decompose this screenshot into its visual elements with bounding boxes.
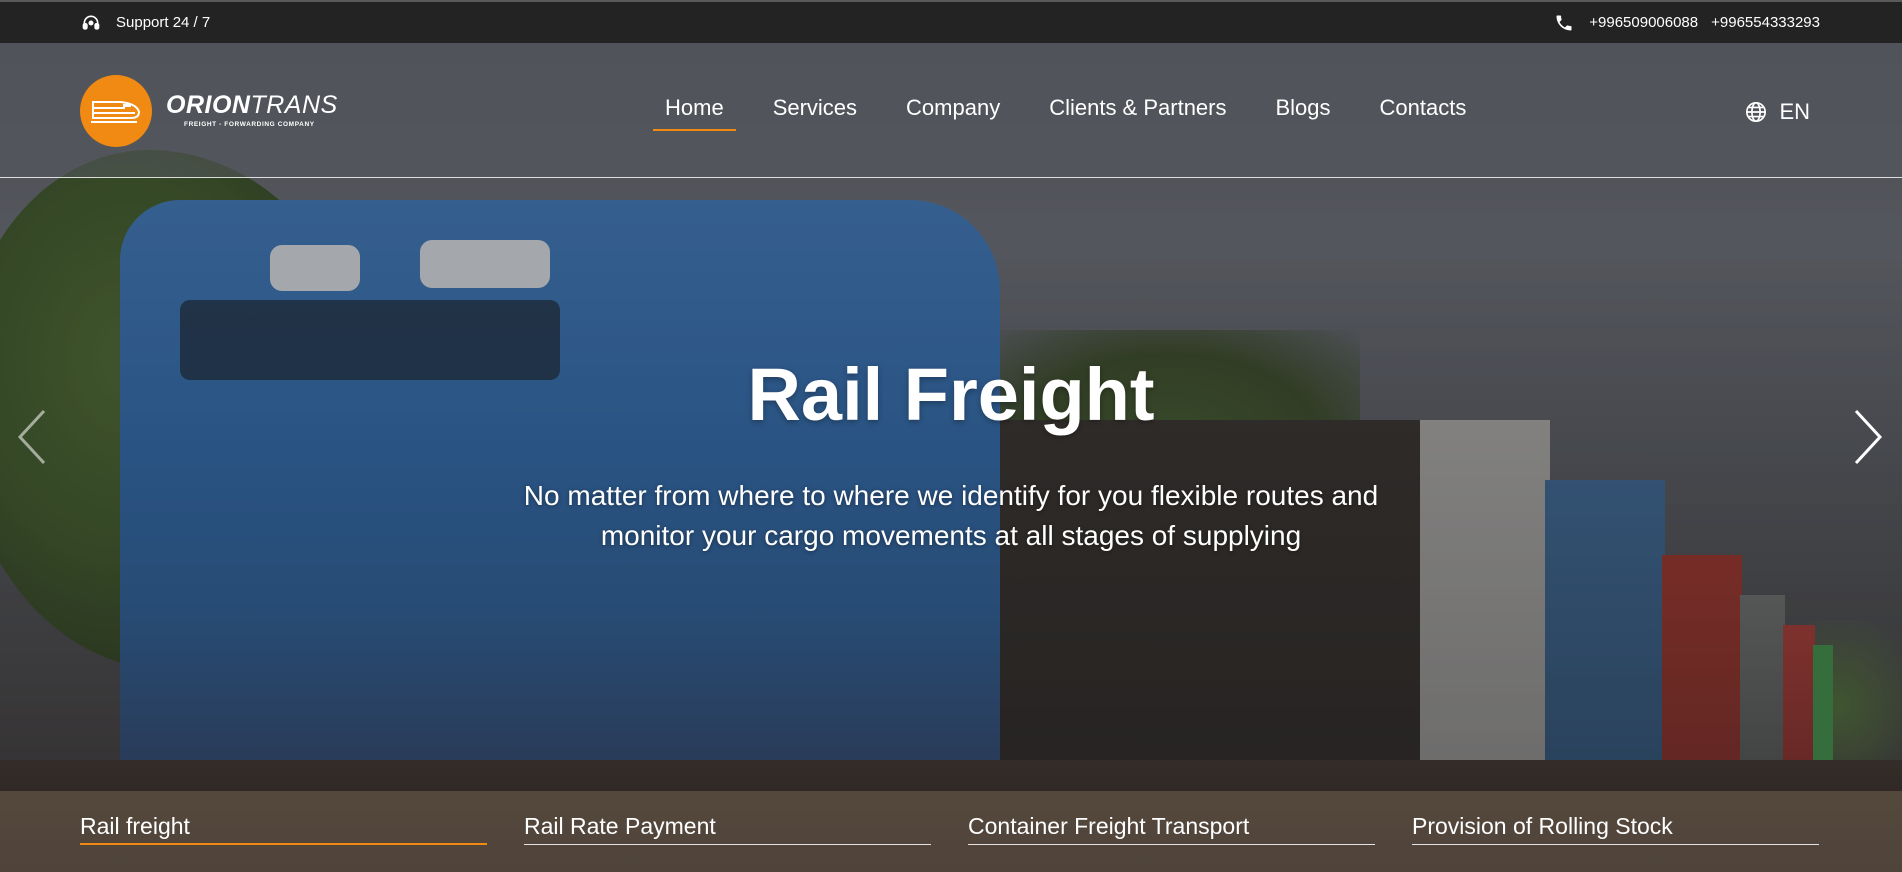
globe-icon [1745, 101, 1767, 123]
support-text: Support 24 / 7 [116, 14, 211, 31]
logo[interactable]: ORIONTRANS FREIGHT - FORWARDING COMPANY [80, 75, 338, 147]
language-label: EN [1779, 99, 1810, 124]
nav-contacts[interactable]: Contacts [1368, 95, 1479, 131]
phone-icon [1553, 12, 1575, 34]
logo-brand-bold: ORION [166, 91, 251, 120]
nav-company[interactable]: Company [894, 95, 1012, 131]
tab-container-freight-transport[interactable]: Container Freight Transport [968, 813, 1375, 845]
slider-next-button[interactable] [1848, 405, 1888, 469]
nav-clients-partners[interactable]: Clients & Partners [1037, 95, 1238, 131]
chevron-right-icon [1854, 409, 1883, 465]
tab-rail-freight[interactable]: Rail freight [80, 813, 487, 845]
phone-link-1[interactable]: +996509006088 [1589, 14, 1698, 31]
logo-brand-light: TRANS [250, 91, 338, 120]
nav-blogs[interactable]: Blogs [1264, 95, 1343, 131]
nav-home[interactable]: Home [653, 95, 736, 131]
train-logo-icon [80, 75, 152, 147]
tab-provision-rolling-stock[interactable]: Provision of Rolling Stock [1412, 813, 1819, 845]
service-tabs: Rail freight Rail Rate Payment Container… [0, 791, 1902, 872]
headset-icon [80, 12, 102, 34]
hero-title: Rail Freight [747, 353, 1155, 436]
support-info: Support 24 / 7 [80, 12, 210, 34]
main-nav: Home Services Company Clients & Partners… [653, 95, 1515, 131]
tab-rail-rate-payment[interactable]: Rail Rate Payment [524, 813, 931, 845]
top-bar: Support 24 / 7 +996509006088 +9965543332… [0, 0, 1902, 43]
hero-subtitle-line-1: No matter from where to where we identif… [523, 480, 1379, 511]
hero-subtitle: No matter from where to where we identif… [0, 476, 1902, 556]
logo-tagline: FREIGHT - FORWARDING COMPANY [184, 121, 315, 129]
contact-phones: +996509006088 +996554333293 [1553, 12, 1820, 34]
language-switcher[interactable]: EN [1745, 99, 1810, 125]
slider-prev-button[interactable] [12, 405, 52, 469]
hero-subtitle-line-2: monitor your cargo movements at all stag… [600, 520, 1302, 551]
phone-link-2[interactable]: +996554333293 [1711, 14, 1820, 31]
chevron-left-icon [17, 409, 46, 465]
nav-services[interactable]: Services [761, 95, 869, 131]
site-header: ORIONTRANS FREIGHT - FORWARDING COMPANY … [0, 43, 1902, 178]
